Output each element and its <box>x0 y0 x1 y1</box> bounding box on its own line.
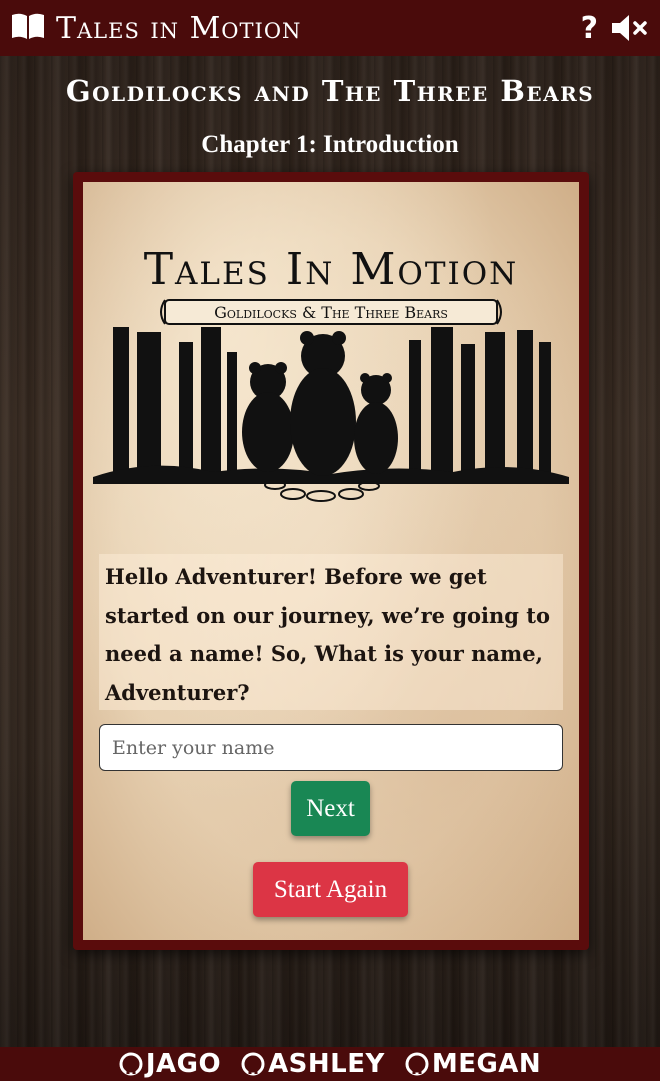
volume-mute-icon <box>612 15 647 41</box>
three-bears-silhouette <box>242 331 398 476</box>
brand-title: Tales in Motion <box>56 10 302 46</box>
next-button[interactable]: Next <box>291 781 370 836</box>
navbar-actions: ? <box>581 11 650 46</box>
brand[interactable]: Tales in Motion <box>10 11 301 46</box>
credit-name: MEGAN <box>431 1049 542 1079</box>
cover-logo-subtitle: Goldilocks & The Three Bears <box>214 303 448 322</box>
credit-name: ASHLEY <box>268 1049 385 1079</box>
footer-credits: JAGO ASHLEY MEGAN <box>0 1047 660 1081</box>
mute-button[interactable] <box>610 13 650 43</box>
start-again-button[interactable]: Start Again <box>253 862 408 917</box>
name-input[interactable] <box>99 724 563 771</box>
github-icon <box>405 1052 429 1076</box>
cover-logo-title: Tales In Motion <box>144 244 519 295</box>
credit-link-megan[interactable]: MEGAN <box>405 1049 541 1079</box>
github-icon <box>241 1052 265 1076</box>
parchment-panel: Tales In Motion Goldilocks & The Three B… <box>83 182 579 940</box>
credit-link-ashley[interactable]: ASHLEY <box>241 1049 385 1079</box>
open-book-icon <box>10 11 46 45</box>
story-card: Tales In Motion Goldilocks & The Three B… <box>73 172 589 950</box>
cover-illustration: Tales In Motion Goldilocks & The Three B… <box>93 244 569 502</box>
credit-link-jago[interactable]: JAGO <box>119 1049 221 1079</box>
top-navbar: Tales in Motion ? <box>0 0 660 56</box>
prompt-text: Hello Adventurer! Before we get started … <box>99 554 563 710</box>
chapter-title: Chapter 1: Introduction <box>201 131 459 158</box>
help-button[interactable]: ? <box>581 11 598 46</box>
story-title: Goldilocks and The Three Bears <box>65 74 595 108</box>
credit-name: JAGO <box>145 1049 222 1079</box>
github-icon <box>119 1052 143 1076</box>
question-icon: ? <box>580 10 598 46</box>
